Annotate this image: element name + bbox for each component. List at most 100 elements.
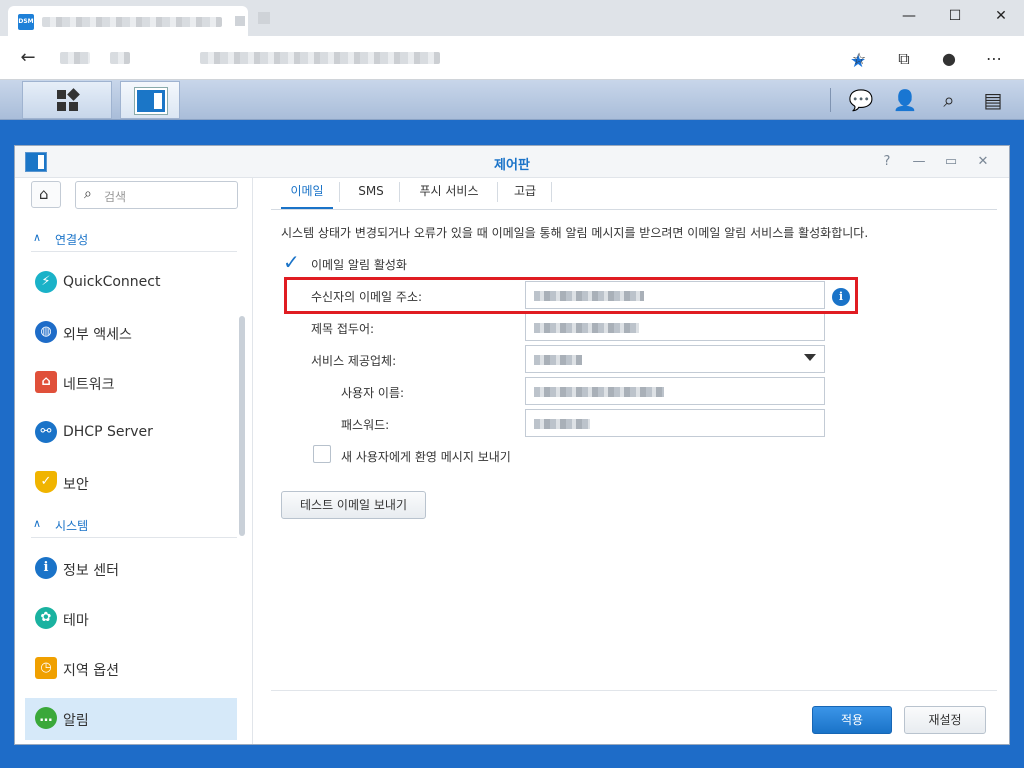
browser-minimize-button[interactable]: — xyxy=(894,6,924,26)
sidebar-item-label: 보안 xyxy=(63,477,89,493)
notification-chat-icon[interactable]: 💬 xyxy=(848,88,874,112)
sidebar-item-theme[interactable]: ✿ 테마 xyxy=(25,598,237,640)
sidebar-item-network[interactable]: ⌂ 네트워크 xyxy=(25,362,237,404)
redacted-value xyxy=(534,387,664,397)
send-test-email-button[interactable]: 테스트 이메일 보내기 xyxy=(281,491,426,519)
redacted-value xyxy=(534,419,590,429)
app-grid-icon xyxy=(57,88,80,112)
service-provider-label: 서비스 제공업체: xyxy=(311,354,397,368)
palette-icon: ✿ xyxy=(35,607,57,629)
window-close-button[interactable]: ✕ xyxy=(973,152,993,172)
password-field[interactable] xyxy=(525,409,825,437)
subject-prefix-field[interactable] xyxy=(525,313,825,341)
sidebar-item-label: 정보 센터 xyxy=(63,563,119,579)
tab-bar: 이메일 SMS 푸시 서비스 고급 xyxy=(271,178,997,210)
search-input[interactable]: ⌕ 검색 xyxy=(75,181,238,209)
tab-divider xyxy=(339,182,340,202)
globe-icon: ◍ xyxy=(35,321,57,343)
enable-email-checkbox[interactable]: ✓ xyxy=(283,252,301,272)
window-titlebar[interactable]: 제어판 ? — ▭ ✕ xyxy=(15,146,1009,178)
sidebar-item-dhcp-server[interactable]: ⚯ DHCP Server xyxy=(25,412,237,454)
shield-icon: ✓ xyxy=(35,471,57,493)
password-label: 패스워드: xyxy=(341,418,390,432)
tray-divider xyxy=(830,88,831,112)
collections-icon[interactable]: ⧉ xyxy=(893,48,915,70)
sidebar-item-label: 알림 xyxy=(63,713,89,729)
browser-maximize-button[interactable]: ☐ xyxy=(940,6,970,26)
tab-divider xyxy=(399,182,400,202)
more-menu-icon[interactable]: ⋯ xyxy=(983,48,1005,70)
redacted-value xyxy=(534,323,639,333)
search-placeholder: 검색 xyxy=(104,190,127,204)
browser-toolbar: ← ★ ☆ ⧉ ● ⋯ xyxy=(0,36,1024,80)
enable-email-label: 이메일 알림 활성화 xyxy=(311,258,407,272)
tab-close-icon[interactable] xyxy=(235,16,245,26)
browser-tab[interactable]: DSM xyxy=(8,6,248,36)
tab-sms[interactable]: SMS xyxy=(347,178,395,209)
sidebar-item-regional-options[interactable]: ◷ 지역 옵션 xyxy=(25,648,237,690)
welcome-message-checkbox[interactable] xyxy=(313,445,331,463)
sidebar-item-security[interactable]: ✓ 보안 xyxy=(25,462,237,504)
service-provider-select[interactable] xyxy=(525,345,825,373)
favorites-list-icon[interactable]: ☆ xyxy=(848,48,870,70)
subject-prefix-label: 제목 접두어: xyxy=(311,322,375,336)
sidebar-item-label: 네트워크 xyxy=(63,377,115,393)
tab-title-redacted xyxy=(42,17,222,27)
browser-close-button[interactable]: ✕ xyxy=(986,6,1016,26)
window-maximize-button[interactable]: ▭ xyxy=(941,152,961,172)
home-button[interactable]: ⌂ xyxy=(31,181,61,208)
footer-divider xyxy=(271,690,997,691)
tab-advanced[interactable]: 고급 xyxy=(505,178,545,209)
tab-divider xyxy=(497,182,498,202)
dsm-taskbar: 💬 👤 ⌕ ▤ xyxy=(0,80,1024,120)
tab-push-service[interactable]: 푸시 서비스 xyxy=(407,178,491,209)
dhcp-icon: ⚯ xyxy=(35,421,57,443)
address-field[interactable]: ★ xyxy=(50,42,866,74)
search-icon: ⌕ xyxy=(84,186,92,202)
group-header-system[interactable]: ∧ 시스템 xyxy=(31,510,237,538)
profile-icon[interactable]: ● xyxy=(938,48,960,70)
sidebar-item-label: 외부 액세스 xyxy=(63,327,132,343)
chat-bubble-icon: … xyxy=(35,707,57,729)
quickconnect-icon: ⚡ xyxy=(35,271,57,293)
new-tab-button[interactable] xyxy=(258,12,270,24)
dropdown-arrow-icon xyxy=(804,354,816,361)
back-arrow-icon[interactable]: ← xyxy=(14,46,42,70)
home-icon: ⌂ xyxy=(39,185,49,203)
sidebar-item-label: DHCP Server xyxy=(63,424,153,440)
apply-button[interactable]: 적용 xyxy=(812,706,892,734)
sidebar-item-info-center[interactable]: i 정보 센터 xyxy=(25,548,237,590)
recipient-highlight-annotation xyxy=(284,277,858,314)
sidebar-item-external-access[interactable]: ◍ 외부 액세스 xyxy=(25,312,237,354)
window-minimize-button[interactable]: — xyxy=(909,152,929,172)
user-icon[interactable]: 👤 xyxy=(892,88,918,112)
sidebar: ⌂ ⌕ 검색 ∧ 연결성 ⚡ QuickConnect ◍ 외부 액세스 ⌂ 네… xyxy=(15,178,253,744)
help-button[interactable]: ? xyxy=(877,152,897,172)
main-menu-button[interactable] xyxy=(22,81,112,119)
tab-email[interactable]: 이메일 xyxy=(281,178,333,209)
info-icon: i xyxy=(35,557,57,579)
network-home-icon: ⌂ xyxy=(35,371,57,393)
group-label: 시스템 xyxy=(55,519,89,533)
tab-divider xyxy=(551,182,552,202)
sidebar-scrollbar[interactable] xyxy=(239,316,245,536)
map-clock-icon: ◷ xyxy=(35,657,57,679)
widgets-card-icon[interactable]: ▤ xyxy=(980,88,1006,112)
control-panel-task-button[interactable] xyxy=(120,81,180,119)
dsm-favicon-icon: DSM xyxy=(18,14,34,30)
search-icon[interactable]: ⌕ xyxy=(936,88,962,112)
sidebar-item-label: QuickConnect xyxy=(63,274,161,290)
group-label: 연결성 xyxy=(55,233,89,247)
sidebar-item-quickconnect[interactable]: ⚡ QuickConnect xyxy=(25,262,237,304)
group-header-connectivity[interactable]: ∧ 연결성 xyxy=(31,224,237,252)
welcome-message-label: 새 사용자에게 환영 메시지 보내기 xyxy=(341,450,511,464)
reset-button[interactable]: 재설정 xyxy=(904,706,986,734)
sidebar-item-label: 테마 xyxy=(63,613,89,629)
redacted-value xyxy=(534,355,582,365)
sidebar-item-label: 지역 옵션 xyxy=(63,663,119,679)
address-redacted xyxy=(110,52,130,64)
sidebar-item-notification[interactable]: … 알림 xyxy=(25,698,237,740)
control-panel-icon xyxy=(135,88,167,114)
description-text: 시스템 상태가 변경되거나 오류가 있을 때 이메일을 통해 알림 메시지를 받… xyxy=(281,226,869,240)
username-field[interactable] xyxy=(525,377,825,405)
